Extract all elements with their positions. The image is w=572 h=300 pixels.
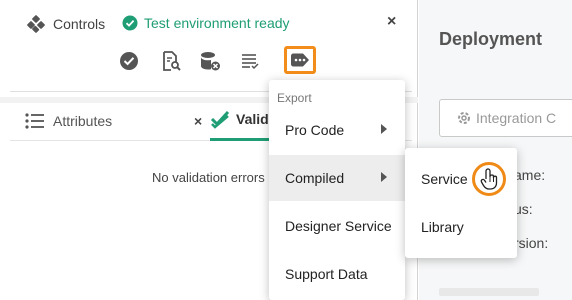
menu-item-support-data[interactable]: Support Data (269, 251, 405, 297)
double-check-icon (210, 109, 230, 129)
controls-icon (27, 15, 45, 33)
check-circle-icon (122, 15, 138, 31)
menu-item-compiled[interactable]: Compiled (269, 155, 405, 201)
menu-item-label: Designer Service (285, 218, 392, 234)
menu-item-label: Pro Code (285, 122, 345, 138)
chevron-right-icon (381, 172, 387, 182)
environment-status: Test environment ready (122, 15, 290, 31)
menu-item-label: Support Data (285, 266, 368, 282)
menu-item-pro-code[interactable]: Pro Code (269, 107, 405, 153)
export-tag-icon (291, 53, 309, 67)
menu-header: Export (277, 91, 312, 105)
list-icon (242, 54, 259, 70)
clear-database-button[interactable] (198, 50, 222, 72)
cursor-highlight (472, 162, 506, 196)
field-label: rsion: (514, 235, 549, 251)
submenu-item-label: Service (421, 171, 468, 187)
integration-button[interactable]: Integration C (439, 99, 572, 137)
close-tab-button[interactable]: × (194, 113, 202, 129)
database-delete-icon (201, 52, 220, 71)
close-controls-button[interactable]: × (387, 13, 396, 31)
submenu-item-label: Library (421, 219, 464, 235)
controls-header: Controls (27, 15, 105, 33)
integration-label: Integration C (476, 110, 557, 126)
controls-bar: Controls Test environment ready × (10, 0, 412, 92)
validation-message: No validation errors (152, 170, 265, 185)
tab-attributes[interactable]: Attributes (25, 113, 112, 129)
controls-title: Controls (53, 16, 106, 32)
export-button[interactable] (284, 46, 316, 74)
section-header-placeholder (439, 288, 539, 296)
compiled-submenu: Service Library (405, 148, 517, 258)
chevron-right-icon (381, 124, 387, 134)
document-search-icon (163, 51, 181, 71)
view-list-button[interactable] (238, 50, 262, 72)
deployment-title: Deployment (439, 29, 543, 49)
menu-item-label: Compiled (285, 170, 345, 186)
validate-button[interactable] (117, 50, 141, 72)
status-text: Test environment ready (144, 15, 290, 31)
hand-pointer-icon (480, 168, 498, 190)
list-icon (25, 113, 45, 129)
submenu-item-library[interactable]: Library (405, 203, 517, 251)
inspect-document-button[interactable] (159, 50, 183, 72)
export-menu: Export Pro Code Compiled Designer Servic… (269, 80, 405, 300)
tab-attributes-label: Attributes (53, 113, 113, 129)
gear-icon (456, 110, 472, 126)
field-label: ame: (514, 167, 546, 183)
check-circle-icon (120, 52, 138, 70)
menu-item-designer-service[interactable]: Designer Service (269, 203, 405, 249)
